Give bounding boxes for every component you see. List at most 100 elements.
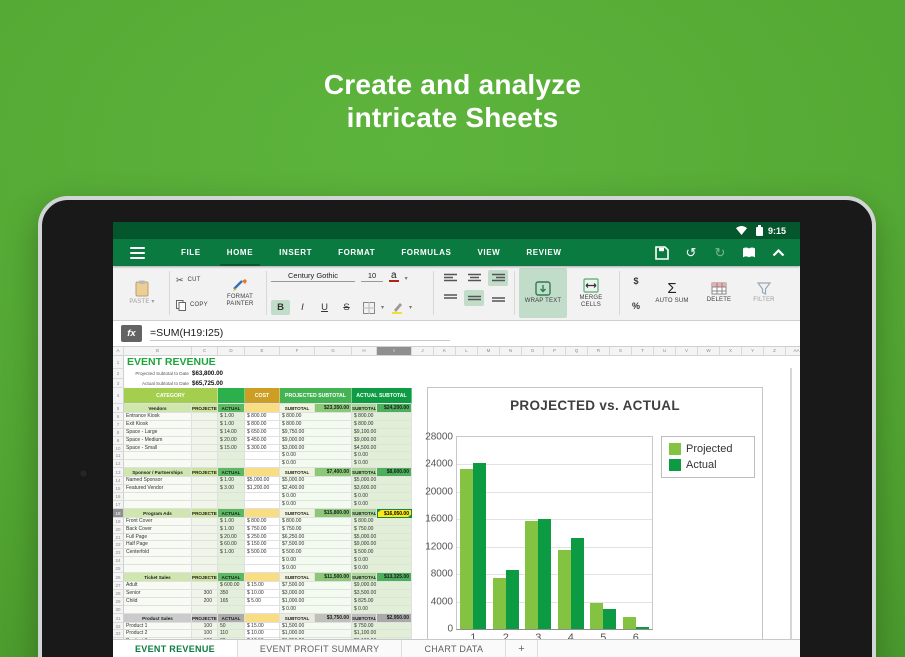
row-number-15[interactable]: 15 — [113, 485, 124, 493]
cell[interactable]: $ 1.00 — [218, 421, 245, 429]
cell[interactable] — [218, 606, 245, 614]
cell[interactable]: 88 — [218, 638, 245, 639]
column-header-M[interactable]: M — [478, 347, 500, 355]
cell[interactable]: Space - Small — [124, 445, 192, 453]
cell[interactable] — [245, 460, 280, 468]
cell[interactable]: $ 0.00 — [352, 557, 412, 565]
cell[interactable]: 100 — [192, 630, 218, 638]
cell[interactable] — [245, 606, 280, 614]
subtotal-label[interactable]: SUBTOTAL — [280, 404, 315, 413]
cell[interactable] — [192, 606, 218, 614]
projected-subtotal-value[interactable]: $15,800.00 — [315, 509, 352, 518]
cell[interactable] — [124, 501, 192, 509]
column-header-X[interactable]: X — [720, 347, 742, 355]
cell[interactable]: 50 — [218, 623, 245, 631]
cell[interactable]: Full Page — [124, 534, 192, 542]
projected-subtotal-value[interactable]: $11,500.00 — [315, 573, 352, 582]
cell[interactable]: $ 14.00 — [218, 429, 245, 437]
cell[interactable]: $5,000.00 — [352, 477, 412, 485]
row-number-11[interactable]: 11 — [113, 452, 124, 460]
align-right-button[interactable] — [488, 270, 508, 286]
cell[interactable]: $ 0.00 — [280, 460, 352, 468]
cell[interactable]: Front Cover — [124, 518, 192, 526]
cell[interactable] — [245, 565, 280, 573]
cell[interactable]: $ 3.00 — [218, 485, 245, 493]
summary-value[interactable]: $65,725.00 — [192, 379, 282, 389]
subtotal-label[interactable]: SUBTOTAL — [352, 509, 377, 518]
cell[interactable] — [192, 437, 218, 445]
cell[interactable] — [192, 582, 218, 590]
cell[interactable]: $ 1.00 — [218, 413, 245, 421]
cell[interactable]: $ 0.00 — [352, 606, 412, 614]
row-number-30[interactable]: 30 — [113, 606, 124, 614]
subtotal-label[interactable]: SUBTOTAL — [352, 404, 377, 413]
copy-button[interactable]: COPY — [176, 300, 208, 311]
row-number-26[interactable]: 26 — [113, 573, 124, 582]
align-bottom-button[interactable] — [488, 290, 508, 306]
cell[interactable]: $ 0.00 — [352, 501, 412, 509]
row-number-17[interactable]: 17 — [113, 501, 124, 509]
row-number-6[interactable]: 6 — [113, 413, 124, 421]
header-cost[interactable]: COST — [245, 388, 280, 404]
column-header-O[interactable]: O — [522, 347, 544, 355]
cell[interactable]: $3,600.00 — [352, 485, 412, 493]
cell[interactable]: Half Page — [124, 541, 192, 549]
row-number-4[interactable]: 4 — [113, 388, 124, 404]
cell[interactable]: $ 450.00 — [245, 437, 280, 445]
row-number-29[interactable]: 29 — [113, 598, 124, 606]
cell[interactable]: $ 0.00 — [280, 557, 352, 565]
font-name-select[interactable]: Century Gothic — [271, 271, 355, 282]
subtotal-label[interactable]: SUBTOTAL — [280, 468, 315, 477]
menu-item-insert[interactable]: INSERT — [266, 239, 325, 266]
cell[interactable]: $ 800.00 — [352, 413, 412, 421]
column-header-P[interactable]: P — [544, 347, 566, 355]
menu-item-home[interactable]: HOME — [214, 239, 266, 266]
column-header-AA[interactable]: AA — [786, 347, 800, 355]
align-top-button[interactable] — [440, 290, 460, 306]
section-name[interactable]: Sponsor / Partnerships — [124, 468, 192, 477]
column-header-J[interactable]: J — [412, 347, 434, 355]
section-actual-label[interactable]: ACTUAL — [218, 509, 245, 518]
chart-object[interactable]: PROJECTED vs. ACTUAL 0400080001200016000… — [427, 387, 763, 639]
cell[interactable]: $ 0.00 — [352, 460, 412, 468]
actual-subtotal-value[interactable]: $13,325.00 — [377, 573, 412, 582]
section-actual-label[interactable]: ACTUAL — [218, 573, 245, 582]
row-number-2[interactable]: 2 — [113, 369, 124, 379]
cell[interactable] — [245, 452, 280, 460]
cell[interactable]: $5,000.00 — [352, 534, 412, 542]
cell[interactable]: Product 2 — [124, 630, 192, 638]
hamburger-menu-icon[interactable] — [113, 239, 168, 266]
summary-value[interactable]: $63,800.00 — [192, 369, 282, 379]
cell[interactable]: $ 0.00 — [352, 565, 412, 573]
cell[interactable]: 165 — [218, 598, 245, 606]
cell[interactable] — [192, 452, 218, 460]
column-header-W[interactable]: W — [698, 347, 720, 355]
cell[interactable]: $ 1.00 — [218, 549, 245, 557]
column-header-U[interactable]: U — [654, 347, 676, 355]
cell[interactable] — [218, 460, 245, 468]
cell[interactable]: $ 800.00 — [280, 413, 352, 421]
column-header-C[interactable]: C — [192, 347, 218, 355]
row-number-31[interactable]: 31 — [113, 614, 124, 623]
row-number-1[interactable]: 1 — [113, 356, 124, 369]
cell[interactable]: Exit Kiosk — [124, 421, 192, 429]
section-projected-label[interactable]: PROJECTED — [192, 468, 218, 477]
bold-button[interactable]: B — [271, 300, 290, 315]
percent-format-button[interactable]: % — [632, 301, 640, 311]
auto-sum-button[interactable]: Σ AUTO SUM — [648, 268, 696, 318]
projected-subtotal-value[interactable]: $7,400.00 — [315, 468, 352, 477]
cell[interactable] — [192, 460, 218, 468]
cell[interactable]: $ 150.00 — [245, 541, 280, 549]
scrollbar[interactable] — [790, 368, 792, 639]
book-reader-icon[interactable] — [739, 243, 759, 263]
cell[interactable]: Adult — [124, 582, 192, 590]
cell[interactable]: $9,000.00 — [280, 437, 352, 445]
merge-cells-button[interactable]: MERGE CELLS — [567, 268, 615, 318]
cell[interactable]: $ 750.00 — [245, 526, 280, 534]
sheet-tab-chart-data[interactable]: CHART DATA — [402, 640, 506, 657]
column-header-A[interactable]: A — [113, 347, 124, 355]
section-actual-label[interactable]: ACTUAL — [218, 614, 245, 623]
format-painter-button[interactable]: FORMAT PAINTER — [218, 268, 262, 318]
cell[interactable]: $ 20.00 — [218, 437, 245, 445]
row-number-14[interactable]: 14 — [113, 477, 124, 485]
